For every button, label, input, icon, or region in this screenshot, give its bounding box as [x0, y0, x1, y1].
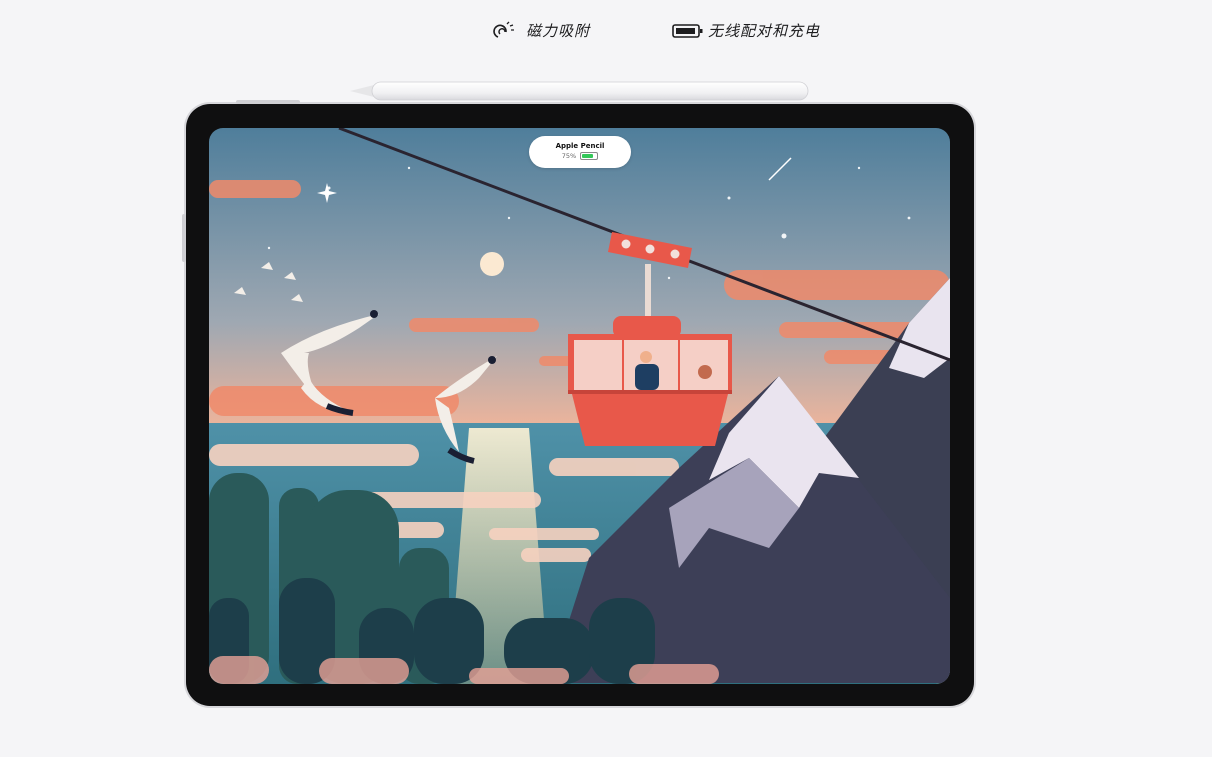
- side-button: [182, 214, 186, 262]
- feature-label: 磁力吸附: [526, 22, 591, 40]
- cable-car-illustration: [209, 128, 950, 684]
- feature-label: 无线配对和充电: [708, 22, 821, 40]
- top-button: [236, 100, 300, 104]
- ipad-device: Apple Pencil 75%: [182, 100, 974, 706]
- feature-row: 磁力吸附 无线配对和充电: [0, 20, 1212, 46]
- feature-magnetic-attach: 磁力吸附: [490, 20, 590, 41]
- battery-level-icon: [580, 152, 599, 160]
- ipad-screen: Apple Pencil 75%: [209, 128, 950, 684]
- apple-pencil: [350, 81, 809, 101]
- pencil-status-title: Apple Pencil: [555, 142, 605, 150]
- pencil-battery-popup: Apple Pencil 75%: [529, 136, 631, 168]
- feature-wireless-pairing: 无线配对和充电: [672, 20, 820, 41]
- battery-icon: [672, 21, 703, 41]
- pencil-battery-percent: 75%: [561, 152, 577, 160]
- magnet-icon: [490, 21, 518, 41]
